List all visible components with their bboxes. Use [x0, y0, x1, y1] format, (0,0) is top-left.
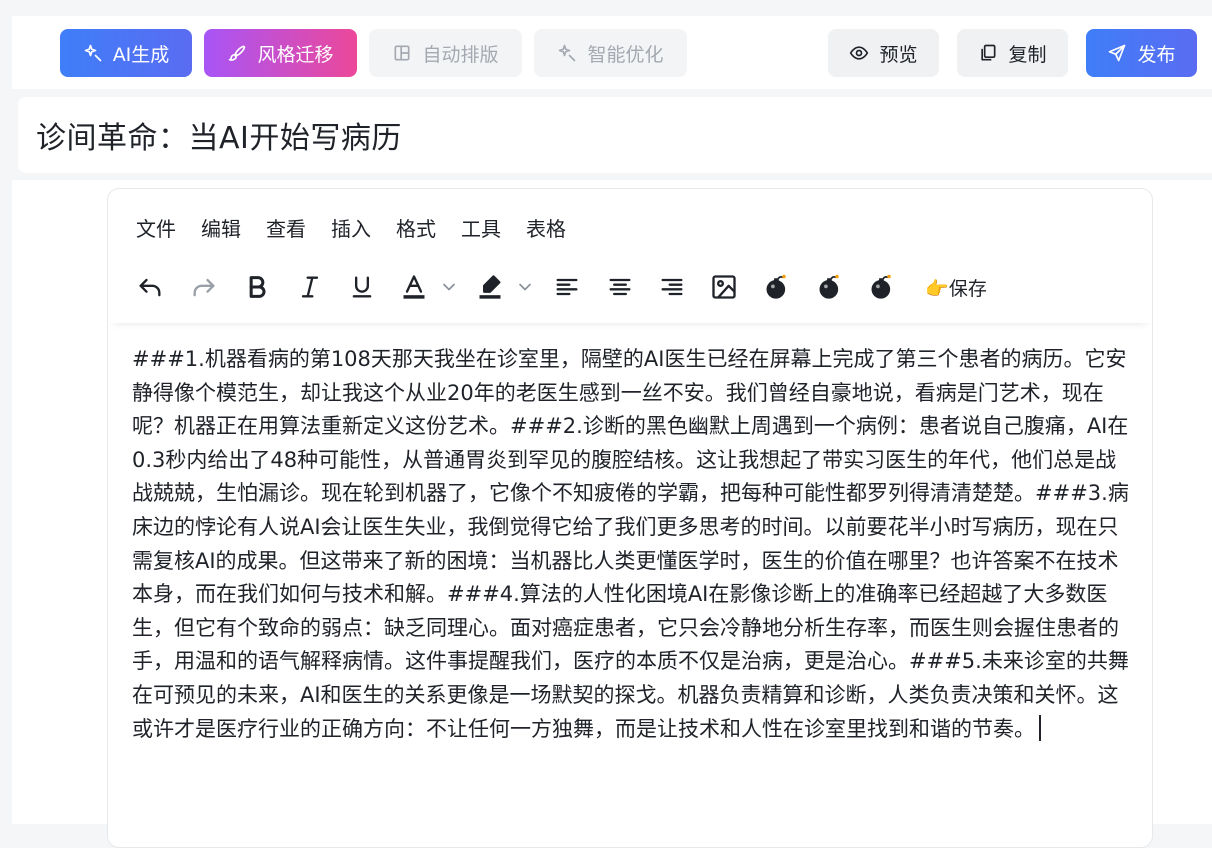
chevron-down-icon: [519, 283, 531, 291]
text-color-icon: [403, 275, 425, 299]
bomb-icon: [871, 274, 891, 299]
layout-icon: [394, 45, 410, 61]
undo-icon: [139, 278, 161, 297]
sparkle-icon: [559, 44, 576, 62]
undo-button[interactable]: [134, 271, 166, 303]
highlight-color-dropdown[interactable]: [514, 271, 536, 303]
menu-tools[interactable]: 工具: [461, 213, 501, 242]
copy-icon: [981, 44, 996, 61]
editor-area: 文件 编辑 查看 插入 格式 工具 表格 👉保存 ###1.机器看病的第108天…: [12, 180, 1212, 848]
top-action-bar: AI生成 风格迁移 自动排版 智能优化 预览 复制 发布: [12, 16, 1212, 89]
redo-button[interactable]: [188, 271, 220, 303]
article-body: ###1.机器看病的第108天那天我坐在诊室里，隔壁的AI医生已经在屏幕上完成了…: [132, 347, 1129, 741]
rich-text-editor: 文件 编辑 查看 插入 格式 工具 表格 👉保存 ###1.机器看病的第108天…: [107, 188, 1153, 848]
editor-menubar: 文件 编辑 查看 插入 格式 工具 表格: [136, 213, 566, 242]
sparkle-icon: [84, 44, 102, 62]
align-left-button[interactable]: [551, 271, 583, 303]
plugin-button-2[interactable]: [813, 271, 847, 303]
article-title: 诊间革命：当AI开始写病历: [36, 121, 402, 156]
preview-label: 预览: [879, 43, 918, 66]
underline-button[interactable]: [346, 271, 378, 303]
highlight-color-button[interactable]: [472, 271, 508, 303]
menu-file[interactable]: 文件: [136, 213, 176, 242]
menu-format[interactable]: 格式: [396, 213, 436, 242]
plugin-button-3[interactable]: [865, 271, 899, 303]
text-color-button[interactable]: [396, 271, 432, 303]
bold-button[interactable]: [241, 271, 273, 303]
copy-label: 复制: [1008, 43, 1047, 66]
italic-icon: [301, 276, 319, 298]
save-label: 👉保存: [925, 277, 987, 300]
editor-toolbar: 👉保存: [108, 261, 1152, 323]
underline-icon: [352, 276, 372, 298]
align-right-button[interactable]: [656, 271, 688, 303]
style-transfer-label: 风格迁移: [257, 43, 334, 66]
smart-optimize-button[interactable]: 智能优化: [534, 29, 687, 77]
auto-layout-button[interactable]: 自动排版: [369, 29, 522, 77]
menu-view[interactable]: 查看: [266, 213, 306, 242]
brush-icon: [229, 45, 246, 61]
align-left-icon: [556, 278, 578, 296]
eye-icon: [850, 46, 869, 60]
highlighter-icon: [479, 275, 501, 299]
bomb-icon: [819, 274, 839, 299]
bomb-icon: [766, 274, 786, 299]
ai-generate-button[interactable]: AI生成: [60, 29, 192, 77]
menu-insert[interactable]: 插入: [331, 213, 371, 242]
title-input[interactable]: 诊间革命：当AI开始写病历: [18, 97, 1212, 173]
text-caret: [1039, 714, 1041, 741]
auto-layout-label: 自动排版: [422, 43, 499, 66]
text-color-dropdown[interactable]: [438, 271, 460, 303]
italic-button[interactable]: [294, 271, 326, 303]
ai-generate-label: AI生成: [112, 43, 170, 66]
image-icon: [712, 275, 736, 299]
editor-content[interactable]: ###1.机器看病的第108天那天我坐在诊室里，隔壁的AI医生已经在屏幕上完成了…: [132, 343, 1132, 746]
send-icon: [1109, 44, 1126, 62]
copy-button[interactable]: 复制: [957, 29, 1068, 77]
publish-button[interactable]: 发布: [1086, 29, 1197, 77]
align-center-button[interactable]: [604, 271, 636, 303]
menu-edit[interactable]: 编辑: [201, 213, 241, 242]
publish-label: 发布: [1137, 43, 1176, 66]
align-center-icon: [609, 278, 631, 296]
preview-button[interactable]: 预览: [828, 29, 939, 77]
plugin-button-1[interactable]: [760, 271, 794, 303]
style-transfer-button[interactable]: 风格迁移: [204, 29, 357, 77]
insert-image-button[interactable]: [708, 271, 740, 303]
bold-icon: [249, 276, 266, 298]
redo-icon: [193, 278, 215, 297]
align-right-icon: [661, 278, 683, 296]
save-button[interactable]: 👉保存: [920, 271, 992, 303]
chevron-down-icon: [443, 283, 455, 291]
smart-optimize-label: 智能优化: [587, 43, 664, 66]
menu-table[interactable]: 表格: [526, 213, 566, 242]
